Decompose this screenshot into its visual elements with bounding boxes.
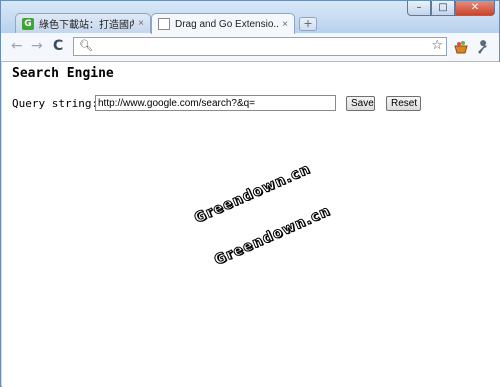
tab-greendown[interactable]: G 綠色下載站：打造國內第... × (15, 13, 151, 33)
basket-icon[interactable] (453, 39, 469, 55)
address-bar[interactable]: 🔍︎ ☆ (73, 37, 447, 56)
minimize-button[interactable]: – (407, 1, 431, 16)
back-button[interactable]: ← (11, 38, 23, 54)
new-tab-button[interactable]: + (299, 17, 317, 31)
star-icon[interactable]: ☆ (431, 38, 443, 53)
page-content: Search Engine Query string: Save Reset G… (2, 62, 500, 387)
reset-button[interactable]: Reset (386, 96, 421, 111)
maximize-button[interactable]: □ (431, 1, 455, 16)
page-favicon-icon (158, 18, 170, 30)
browser-window: – □ ✕ G 綠色下載站：打造國內第... × Drag and Go Ext… (0, 0, 500, 387)
tab-close-icon[interactable]: × (282, 19, 288, 30)
greendown-favicon-icon: G (22, 17, 34, 30)
query-string-label: Query string: (12, 97, 99, 110)
window-controls: – □ ✕ (407, 1, 495, 16)
save-button[interactable]: Save (346, 96, 375, 111)
wrench-icon[interactable] (475, 39, 491, 55)
page-title: Search Engine (12, 66, 114, 81)
tab-label: 綠色下載站：打造國內第... (39, 20, 135, 31)
magnifier-icon: 🔍︎ (79, 39, 93, 52)
reload-button[interactable]: C (53, 38, 63, 54)
tab-close-icon[interactable]: × (138, 18, 144, 29)
browser-toolbar: ← → C 🔍︎ ☆ (1, 33, 499, 62)
watermark-text: Greendown.cn (212, 202, 334, 269)
query-string-input[interactable] (95, 95, 336, 111)
close-window-button[interactable]: ✕ (455, 1, 495, 16)
tab-label: Drag and Go Extensio... (175, 18, 279, 30)
tab-drag-and-go[interactable]: Drag and Go Extensio... × (151, 13, 295, 34)
forward-button[interactable]: → (31, 38, 43, 54)
title-bar: – □ ✕ G 綠色下載站：打造國內第... × Drag and Go Ext… (1, 1, 499, 34)
